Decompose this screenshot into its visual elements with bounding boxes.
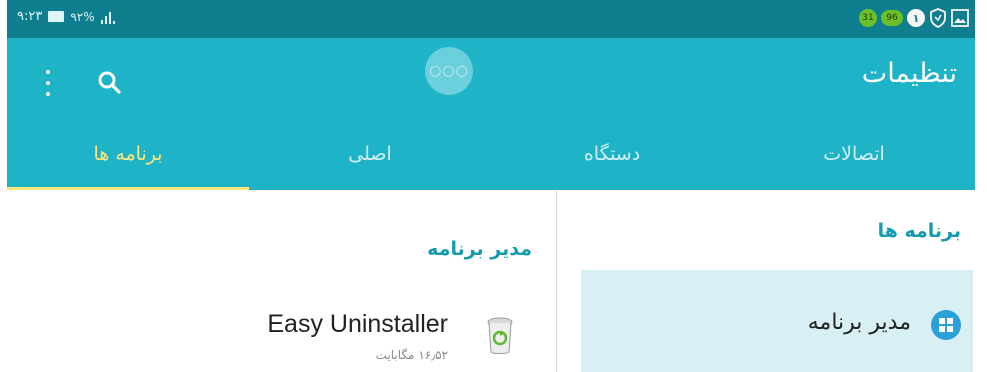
tab-label: برنامه ها bbox=[93, 143, 163, 165]
page-title: تنظیمات bbox=[861, 58, 957, 89]
status-bar: ۹:۲۳ ۹۲% 31 96 ۱ bbox=[7, 0, 975, 38]
signal-icon bbox=[100, 10, 115, 24]
tab-label: اتصالات bbox=[823, 143, 885, 165]
tab-device[interactable]: دستگاه bbox=[491, 118, 733, 190]
status-right: 31 96 ۱ bbox=[859, 8, 969, 28]
tab-apps[interactable]: برنامه ها bbox=[7, 118, 249, 190]
notification-count-icon: ۱ bbox=[907, 9, 925, 27]
tab-label: دستگاه bbox=[583, 143, 641, 165]
gallery-icon bbox=[951, 9, 969, 27]
app-grid-icon bbox=[931, 310, 961, 340]
search-icon[interactable] bbox=[95, 68, 123, 96]
tab-connections[interactable]: اتصالات bbox=[733, 118, 975, 190]
battery-icon bbox=[48, 11, 65, 22]
shield-icon bbox=[930, 8, 946, 28]
status-left: ۹:۲۳ ۹۲% bbox=[17, 9, 115, 24]
app-name: Easy Uninstaller bbox=[267, 310, 448, 338]
menu-item-application-manager[interactable]: مدیر برنامه bbox=[581, 270, 973, 372]
detail-panel: مدیر برنامه Easy Uninstaller ۱۶٫۵۲ مگابا… bbox=[7, 190, 556, 372]
category-section-title: برنامه ها bbox=[877, 220, 961, 242]
tab-bar: برنامه ها اصلی دستگاه اتصالات bbox=[7, 118, 975, 190]
tab-main[interactable]: اصلی bbox=[249, 118, 491, 190]
tab-label: اصلی bbox=[348, 143, 392, 165]
app-bar: ○○○ تنظیمات برنامه ها اصلی دستگاه اتصالا… bbox=[7, 38, 975, 190]
battery-percent: ۹۲% bbox=[70, 9, 95, 24]
frame-left bbox=[0, 0, 7, 372]
notification-green-rect-icon: 96 bbox=[881, 10, 903, 26]
more-options-icon[interactable] bbox=[40, 70, 56, 96]
app-size: ۱۶٫۵۲ مگابایت bbox=[375, 348, 448, 362]
status-time: ۹:۲۳ bbox=[17, 9, 43, 24]
floating-bubble[interactable]: ○○○ bbox=[425, 47, 473, 95]
app-list-item[interactable]: Easy Uninstaller ۱۶٫۵۲ مگابایت bbox=[7, 300, 556, 372]
detail-section-title: مدیر برنامه bbox=[427, 238, 532, 260]
frame-right bbox=[975, 0, 987, 372]
notification-green-circle-icon: 31 bbox=[859, 9, 877, 27]
menu-item-label: مدیر برنامه bbox=[807, 310, 911, 335]
recycle-bin-icon bbox=[487, 317, 513, 354]
category-panel: برنامه ها مدیر برنامه bbox=[557, 190, 975, 372]
